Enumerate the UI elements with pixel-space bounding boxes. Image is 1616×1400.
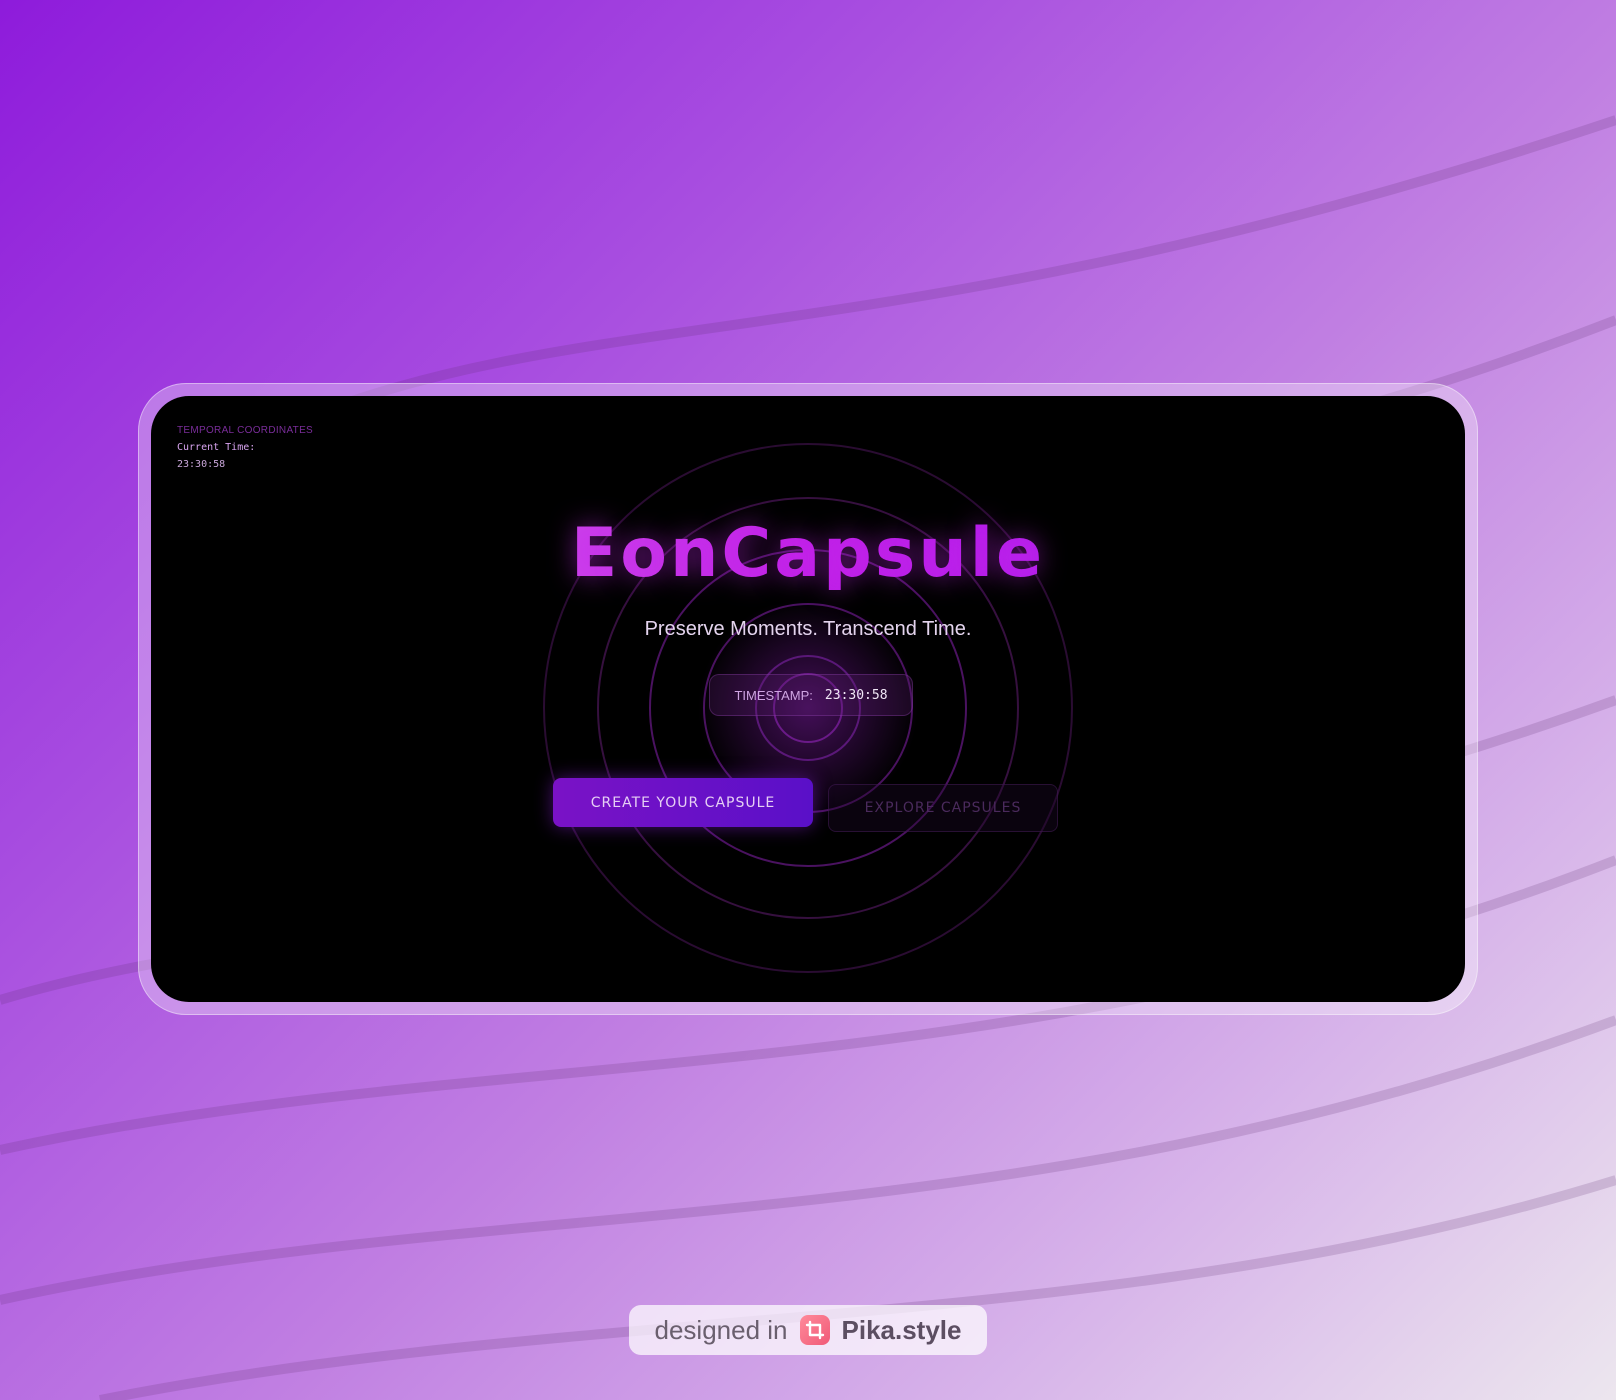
app-screen: TEMPORAL COORDINATES Current Time: 23:30… — [151, 396, 1465, 1002]
badge-prefix: designed in — [654, 1314, 788, 1345]
app-subtitle: Preserve Moments. Transcend Time. — [644, 618, 972, 640]
timestamp-label: TIMESTAMP: — [734, 687, 813, 703]
crop-icon — [799, 1315, 830, 1345]
timestamp-display: TIMESTAMP: 23:30:58 — [709, 674, 913, 716]
temporal-coordinates-panel: TEMPORAL COORDINATES Current Time: 23:30… — [177, 422, 313, 473]
badge-brand: Pika.style — [841, 1314, 962, 1345]
timestamp-value: 23:30:58 — [824, 687, 888, 703]
create-capsule-button[interactable]: CREATE YOUR CAPSULE — [553, 778, 813, 827]
current-time-label: Current Time: — [177, 442, 256, 453]
device-frame: TEMPORAL COORDINATES Current Time: 23:30… — [138, 383, 1478, 1015]
current-time-value: 23:30:58 — [177, 459, 226, 470]
designed-in-badge[interactable]: designed in Pika.style — [629, 1305, 987, 1355]
explore-capsules-button[interactable]: EXPLORE CAPSULES — [828, 784, 1058, 832]
app-title: EonCapsule — [151, 514, 1465, 593]
coordinates-title: TEMPORAL COORDINATES — [177, 425, 314, 436]
